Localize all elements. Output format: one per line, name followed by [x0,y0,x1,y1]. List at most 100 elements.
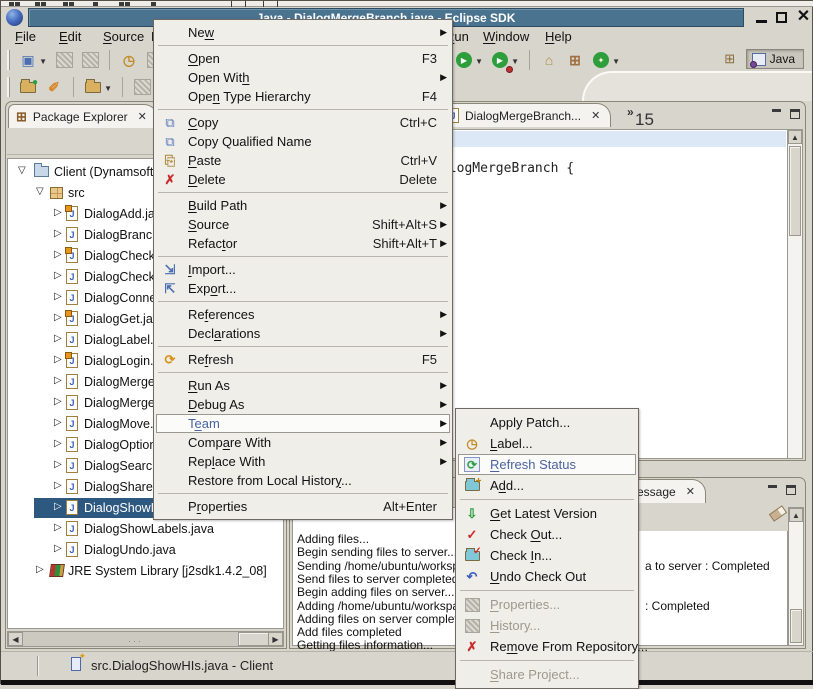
expand-arrow-icon[interactable]: ▷ [54,312,62,323]
menubar-item-file[interactable]: File [15,29,36,44]
expand-arrow-icon[interactable]: ▷ [54,291,62,302]
expand-arrow-icon[interactable]: ▷ [54,480,62,491]
team-submenu-item-add[interactable]: +Add... [457,475,637,496]
context-menu-item-declarations[interactable]: Declarations▶ [155,324,451,343]
clear-console-icon[interactable] [769,505,787,522]
context-menu-item-import[interactable]: ⇲Import... [155,260,451,279]
menubar-item-edit[interactable]: Edit [59,29,81,44]
team-submenu-item-history[interactable]: History... [457,615,637,636]
expand-arrow-icon[interactable]: ▷ [54,459,62,470]
close-icon[interactable]: ✕ [138,110,147,123]
maximize-view-icon[interactable] [790,109,800,119]
window-minimize-button[interactable] [753,9,770,26]
new-folder-icon[interactable]: ▼ [82,76,104,98]
context-menu-item-debug-as[interactable]: Debug As▶ [155,395,451,414]
team-submenu-item-check-out[interactable]: ✓Check Out... [457,524,637,545]
tab-overflow-chevron-icon[interactable]: » [627,105,634,119]
expand-arrow-icon[interactable]: ▷ [54,543,62,554]
run-icon[interactable]: ▶▼ [453,49,475,71]
debug-icon[interactable]: ▶▼ [489,49,511,71]
maximize-view-icon[interactable] [786,485,796,495]
save-icon[interactable] [53,49,75,71]
team-submenu-item-get-latest-version[interactable]: ⇩Get Latest Version [457,503,637,524]
menubar-item-source[interactable]: Source [103,29,144,44]
scroll-up-icon[interactable]: ▲ [788,130,802,144]
expand-arrow-icon[interactable]: ▷ [54,501,62,512]
context-menu-item-copy-qualified-name[interactable]: ⧉Copy Qualified Name [155,132,451,151]
context-menu-item-open[interactable]: OpenF3 [155,49,451,68]
team-submenu-item-share-project[interactable]: Share Project... [457,664,637,685]
minimize-view-icon[interactable] [771,109,782,118]
tab-overflow-count[interactable]: 15 [635,110,654,130]
expand-arrow-icon[interactable]: ▷ [54,333,62,344]
team-submenu-item-remove-from-repository[interactable]: ✗Remove From Repository... [457,636,637,657]
context-menu-item-delete[interactable]: ✗DeleteDelete [155,170,451,189]
context-menu-item-copy[interactable]: ⧉CopyCtrl+C [155,113,451,132]
expand-arrow-icon[interactable]: ▷ [54,354,62,365]
expand-arrow-icon[interactable]: ▷ [54,438,62,449]
minimize-view-icon[interactable] [767,485,778,494]
tree-item-dialogundo-java[interactable]: ▷JDialogUndo.java [8,540,283,560]
open-project-icon[interactable]: ● [17,76,39,98]
context-menu-item-restore-from-local-history[interactable]: Restore from Local History... [155,471,451,490]
expand-arrow-icon[interactable]: ▷ [54,375,62,386]
team-submenu-item-check-in[interactable]: ✓Check In... [457,545,637,566]
context-menu-item-open-with[interactable]: Open With▶ [155,68,451,87]
context-menu-item-properties[interactable]: PropertiesAlt+Enter [155,497,451,516]
team-submenu-item-undo-check-out[interactable]: ↶Undo Check Out [457,566,637,587]
expand-arrow-icon[interactable]: ▷ [54,417,62,428]
context-menu-item-team[interactable]: Team▶ [156,414,450,433]
label-clock-icon[interactable]: ◷ [118,49,140,71]
expand-arrow-icon[interactable]: ▷ [36,564,44,575]
context-menu-item-references[interactable]: References▶ [155,305,451,324]
expand-arrow-icon[interactable]: ▷ [54,207,62,218]
team-submenu-item-apply-patch[interactable]: Apply Patch... [457,412,637,433]
scrollbar-thumb[interactable] [789,146,801,236]
context-menu-item-source[interactable]: SourceShift+Alt+S▶ [155,215,451,234]
open-perspective-icon[interactable]: ⊞ [720,49,740,69]
package-explorer-tab[interactable]: ⊞ Package Explorer ✕ [8,104,158,128]
context-menu-item-run-as[interactable]: Run As▶ [155,376,451,395]
context-menu-item-replace-with[interactable]: Replace With▶ [155,452,451,471]
close-icon[interactable]: ✕ [686,485,695,498]
new-class-icon[interactable]: ✦▼ [590,49,612,71]
expand-arrow-icon[interactable]: ▷ [54,228,62,239]
context-menu-item-refresh[interactable]: ⟳RefreshF5 [155,350,451,369]
collapse-arrow-icon[interactable]: ▽ [18,165,26,176]
context-menu-item-paste[interactable]: ⎘PasteCtrl+V [155,151,451,170]
editor-tab[interactable]: J DialogMergeBranch... ✕ [439,103,611,127]
scrollbar-thumb[interactable] [238,632,272,646]
pencil-gray-icon[interactable] [131,76,153,98]
context-menu-item-compare-with[interactable]: Compare With▶ [155,433,451,452]
java-perspective-button[interactable]: Java [746,49,804,69]
context-menu-item-open-type-hierarchy[interactable]: Open Type HierarchyF4 [155,87,451,106]
horizontal-scrollbar[interactable]: ◀ ··· ▶ [7,631,284,647]
collapse-arrow-icon[interactable]: ▽ [36,186,44,197]
print-icon[interactable] [79,49,101,71]
window-maximize-button[interactable] [773,9,790,26]
menubar-item-window[interactable]: Window [483,29,529,44]
scroll-up-icon[interactable]: ▲ [789,508,803,522]
scrollbar-thumb[interactable] [790,609,802,643]
message-vertical-scrollbar[interactable]: ▲ [788,507,804,646]
scroll-left-icon[interactable]: ◀ [8,632,23,646]
context-menu-item-refactor[interactable]: RefactorShift+Alt+T▶ [155,234,451,253]
expand-arrow-icon[interactable]: ▷ [54,396,62,407]
tree-item-dialogshowlabels-java[interactable]: ▷JDialogShowLabels.java [8,519,283,539]
editor-vertical-scrollbar[interactable]: ▲ [787,129,803,459]
new-wizard-icon[interactable]: ▣▼ [17,49,39,71]
marker-icon[interactable]: ✐ [43,76,65,98]
tree-item-jre-system-library-j2sdk1-4-2-08[interactable]: ▷JRE System Library [j2sdk1.4.2_08] [8,561,283,581]
expand-arrow-icon[interactable]: ▷ [54,249,62,260]
team-submenu-item-refresh-status[interactable]: ⟳Refresh Status [458,454,636,475]
expand-arrow-icon[interactable]: ▷ [54,522,62,533]
scroll-right-icon[interactable]: ▶ [268,632,283,646]
context-menu-item-export[interactable]: ⇱Export... [155,279,451,298]
context-menu-item-build-path[interactable]: Build Path▶ [155,196,451,215]
team-submenu-item-properties[interactable]: Properties... [457,594,637,615]
context-menu-item-new[interactable]: New▶ [155,23,451,42]
team-submenu-item-label[interactable]: ◷Label... [457,433,637,454]
expand-arrow-icon[interactable]: ▷ [54,270,62,281]
open-type-icon[interactable]: ⌂ [538,49,560,71]
menubar-item-help[interactable]: Help [545,29,572,44]
